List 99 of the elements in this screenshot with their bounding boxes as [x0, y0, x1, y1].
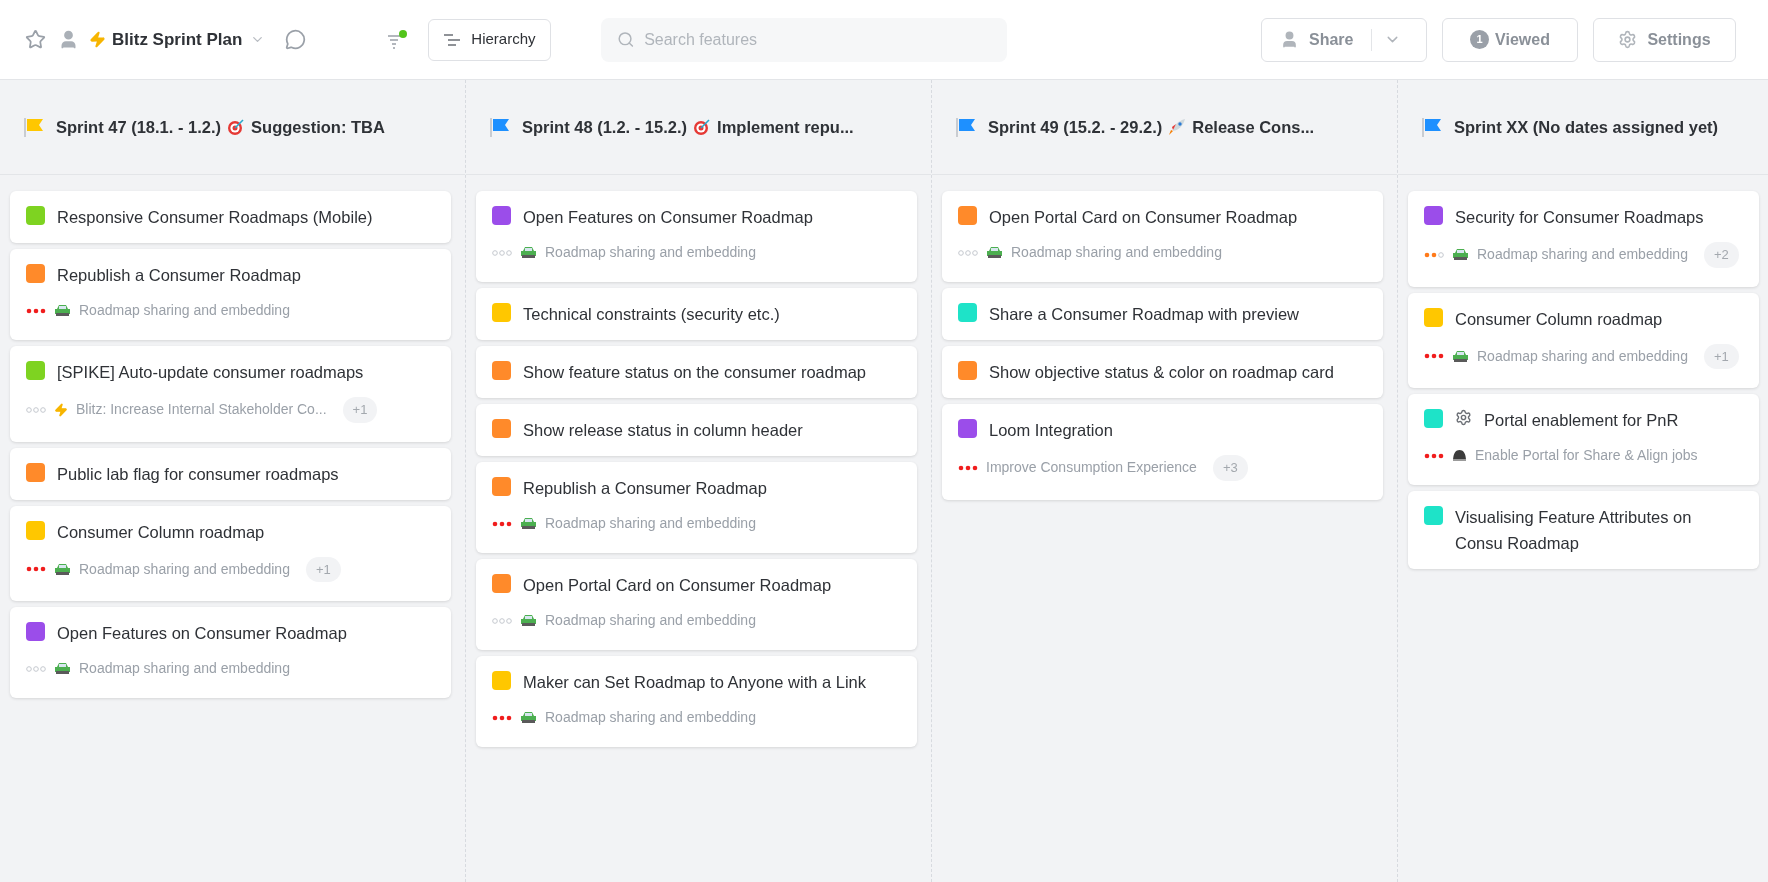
- car-icon: [54, 662, 71, 675]
- objective-label: Roadmap sharing and embedding: [545, 611, 756, 630]
- feature-title: Public lab flag for consumer roadmaps: [57, 463, 339, 485]
- sprint-goal: Suggestion: TBA: [251, 116, 385, 138]
- feature-title: Show objective status & color on roadmap card: [989, 362, 1334, 383]
- objective-label: Roadmap sharing and embedding: [545, 243, 756, 262]
- flag-icon: [956, 116, 976, 138]
- objective-label: Roadmap sharing and embedding: [79, 659, 290, 678]
- feature-title: [SPIKE] Auto-update consumer roadmaps: [57, 362, 364, 383]
- more-count: +3: [1212, 455, 1248, 481]
- feature-card[interactable]: Consumer Column roadmap Roadmap sharing and embedding +1: [1408, 292, 1759, 388]
- car-icon: [520, 246, 537, 259]
- objective-label: Roadmap sharing and embedding: [79, 559, 290, 579]
- helmet-icon: [1452, 449, 1467, 462]
- feature-card[interactable]: Loom Integration Improve Consumption Experience +3: [942, 404, 1383, 500]
- feature-title: Security for Consumer Roadmaps: [1455, 207, 1704, 228]
- objective-label: Roadmap sharing and embedding: [1477, 346, 1688, 366]
- objective-label: Roadmap sharing and embedding: [1477, 245, 1688, 265]
- feature-title: Share a Consumer Roadmap with preview: [989, 304, 1299, 325]
- feature-title: Republish a Consumer Roadmap: [523, 478, 767, 499]
- feature-card[interactable]: Show release status in column header: [476, 404, 917, 456]
- feature-title: Show feature status on the consumer roadmap: [523, 362, 867, 383]
- feature-title: Republish a Consumer Roadmap: [57, 265, 301, 286]
- feature-title: Open Portal Card on Consumer Roadmap: [989, 207, 1298, 228]
- sprint-title: Sprint XX (No dates assigned yet): [1454, 116, 1719, 138]
- feature-card[interactable]: Consumer Column roadmap Roadmap sharing and embedding +1: [10, 505, 451, 601]
- car-icon: [1452, 248, 1469, 262]
- car-icon: [54, 304, 71, 317]
- objective-label: Improve Consumption Experience: [986, 458, 1197, 478]
- feature-card[interactable]: Maker can Set Roadmap to Anyone with a Link Roadmap sharing and embedding: [476, 656, 917, 747]
- comment-icon[interactable]: [285, 29, 307, 50]
- flag-icon: [24, 116, 44, 138]
- car-icon: [54, 562, 71, 576]
- car-icon: [520, 614, 537, 627]
- sprint-title: Sprint 49 (15.2. - 29.2.): [988, 116, 1163, 138]
- rocket-icon: [1168, 118, 1187, 136]
- feature-card[interactable]: Show objective status & color on roadmap card: [942, 346, 1383, 398]
- feature-card[interactable]: Visualising Feature Attributes on Consu Roadmap: [1408, 491, 1759, 569]
- car-icon: [986, 246, 1003, 259]
- feature-card[interactable]: Responsive Consumer Roadmaps (Mobile): [10, 191, 451, 243]
- more-count: +1: [1703, 343, 1739, 369]
- more-count: +1: [342, 397, 378, 423]
- feature-title: Consumer Column roadmap: [1455, 308, 1663, 330]
- objective-label: Roadmap sharing and embedding: [545, 708, 756, 727]
- feature-title: Consumer Column roadmap: [57, 521, 265, 543]
- feature-card[interactable]: Republish a Consumer Roadmap Roadmap sharing and embedding: [476, 462, 917, 553]
- feature-card[interactable]: Open Portal Card on Consumer Roadmap Roadmap sharing and embedding: [476, 559, 917, 650]
- feature-card[interactable]: Open Features on Consumer Roadmap Roadmap sharing and embedding: [476, 191, 917, 282]
- more-count: +1: [305, 556, 341, 582]
- gear-icon: [1455, 409, 1472, 426]
- feature-card[interactable]: Republish a Consumer Roadmap Roadmap sharing and embedding: [10, 249, 451, 340]
- favorite-star-icon[interactable]: [25, 29, 46, 50]
- feature-card[interactable]: Public lab flag for consumer roadmaps: [10, 447, 451, 500]
- car-icon: [1452, 349, 1469, 363]
- objective-label: Roadmap sharing and embedding: [1011, 243, 1222, 262]
- filter-icon[interactable]: [386, 28, 409, 51]
- hierarchy-icon: [443, 32, 462, 47]
- flag-icon: [1422, 116, 1442, 138]
- feature-title: Visualising Feature Attributes on Consu Roadmap: [1455, 507, 1693, 554]
- sprint-goal: Implement repu...: [717, 116, 854, 138]
- feature-title: Maker can Set Roadmap to Anyone with a Link: [523, 672, 867, 693]
- sprint-title: Sprint 48 (1.2. - 15.2.): [522, 116, 688, 138]
- bolt-icon: [89, 31, 106, 48]
- target-icon: [227, 118, 246, 136]
- car-icon: [520, 517, 537, 530]
- objective-label: Enable Portal for Share & Align jobs: [1475, 446, 1698, 465]
- plan-title[interactable]: Blitz Sprint Plan: [112, 26, 243, 53]
- feature-card[interactable]: Share a Consumer Roadmap with preview: [942, 288, 1383, 340]
- search-input[interactable]: Search features: [644, 27, 991, 52]
- feature-card[interactable]: [SPIKE] Auto-update consumer roadmaps Blitz: Increase Internal Stakeholder Co... +1: [10, 346, 451, 442]
- feature-title: Portal enablement for PnR: [1484, 410, 1679, 431]
- feature-title: Loom Integration: [989, 420, 1113, 441]
- feature-title: Open Features on Consumer Roadmap: [57, 623, 347, 644]
- bolt-icon: [54, 402, 68, 417]
- feature-card[interactable]: Open Features on Consumer Roadmap Roadmap sharing and embedding: [10, 607, 451, 698]
- hierarchy-button[interactable]: Hierarchy: [428, 18, 551, 61]
- feature-card[interactable]: Security for Consumer Roadmaps Roadmap sharing and embedding +2: [1408, 191, 1759, 287]
- feature-title: Responsive Consumer Roadmaps (Mobile): [57, 207, 373, 228]
- user-icon: [1280, 30, 1299, 49]
- feature-title: Show release status in column header: [523, 420, 803, 441]
- settings-icon: [1618, 30, 1638, 49]
- feature-card[interactable]: Show feature status on the consumer roadmap: [476, 346, 917, 398]
- car-icon: [520, 711, 537, 724]
- more-count: +2: [1703, 242, 1739, 268]
- target-icon: [693, 118, 712, 136]
- search-icon: [616, 30, 635, 49]
- feature-title: Open Portal Card on Consumer Roadmap: [523, 575, 832, 596]
- feature-card[interactable]: Open Portal Card on Consumer Roadmap Roadmap sharing and embedding: [942, 191, 1383, 282]
- flag-icon: [490, 116, 510, 138]
- objective-label: Roadmap sharing and embedding: [545, 514, 756, 533]
- sprint-title: Sprint 47 (18.1. - 1.2.): [56, 116, 222, 138]
- sprint-goal: Release Cons...: [1192, 116, 1315, 138]
- feature-title: Technical constraints (security etc.): [523, 304, 780, 325]
- feature-title: Open Features on Consumer Roadmap: [523, 207, 813, 228]
- objective-label: Blitz: Increase Internal Stakeholder Co...: [76, 400, 327, 420]
- feature-card[interactable]: Technical constraints (security etc.): [476, 288, 917, 340]
- search-field[interactable]: Search features: [600, 17, 1007, 62]
- objective-label: Roadmap sharing and embedding: [79, 301, 290, 320]
- feature-card[interactable]: Portal enablement for PnR Enable Portal for Share & Align jobs: [1408, 394, 1759, 485]
